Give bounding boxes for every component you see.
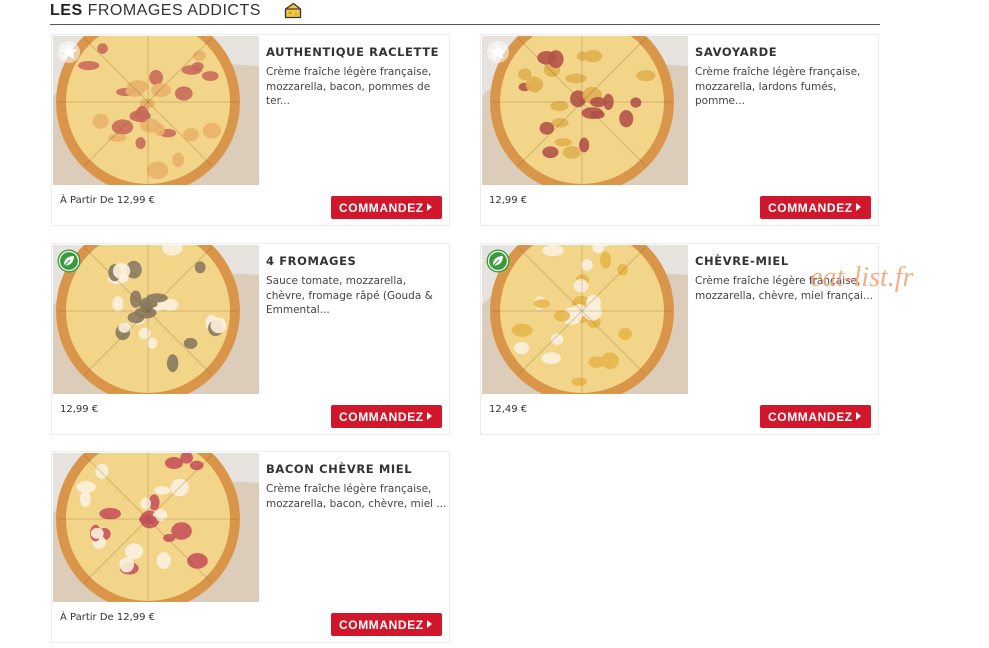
watermark: eat-list.fr [810, 262, 914, 293]
vegetarian-leaf-badge [486, 249, 510, 273]
vegetarian-leaf-badge [57, 249, 81, 273]
pizza-photo [482, 36, 688, 185]
favorite-star-badge [487, 41, 509, 63]
product-price: 12,49 € [489, 404, 528, 415]
order-button-label: COMMANDEZ [339, 409, 424, 424]
pizza-photo [482, 245, 688, 394]
arrow-right-icon [427, 203, 432, 211]
pizza-photo [53, 453, 259, 602]
order-button[interactable]: COMMANDEZ [331, 405, 442, 428]
product-card[interactable]: BACON CHÈVRE MIEL Crème fraîche légère f… [51, 451, 450, 643]
order-button-label: COMMANDEZ [339, 200, 424, 215]
order-button-label: COMMANDEZ [339, 617, 424, 632]
product-price: À Partir De 12,99 € [60, 195, 156, 206]
favorite-star-badge [58, 41, 80, 63]
section-title-rest: FROMAGES ADDICTS [87, 2, 261, 19]
product-description: Crème fraîche légère française, mozzarel… [266, 483, 447, 510]
product-card[interactable]: 4 FROMAGES Sauce tomate, mozzarella, chè… [51, 243, 450, 435]
order-button-label: COMMANDEZ [768, 200, 853, 215]
section-header: LES FROMAGES ADDICTS [50, 0, 880, 25]
product-name[interactable]: SAVOYARDE [695, 45, 877, 59]
section-title-bold: LES [50, 2, 83, 19]
product-name[interactable]: AUTHENTIQUE RACLETTE [266, 45, 448, 59]
product-description: Crème fraîche légère française, mozzarel… [266, 66, 432, 108]
cheese-icon [284, 2, 302, 19]
order-button[interactable]: COMMANDEZ [760, 405, 871, 428]
product-price: 12,99 € [489, 195, 528, 206]
product-description: Sauce tomate, mozzarella, chèvre, fromag… [266, 275, 433, 317]
arrow-right-icon [856, 203, 861, 211]
product-name[interactable]: BACON CHÈVRE MIEL [266, 462, 448, 476]
product-price: 12,99 € [60, 404, 99, 415]
arrow-right-icon [856, 412, 861, 420]
product-price: À Partir De 12,99 € [60, 612, 156, 623]
pizza-photo [53, 245, 259, 394]
product-description: Crème fraîche légère française, mozzarel… [695, 66, 861, 108]
product-card[interactable]: AUTHENTIQUE RACLETTE Crème fraîche légèr… [51, 34, 450, 226]
pizza-photo [53, 36, 259, 185]
product-name[interactable]: 4 FROMAGES [266, 254, 448, 268]
order-button[interactable]: COMMANDEZ [760, 196, 871, 219]
arrow-right-icon [427, 620, 432, 628]
order-button[interactable]: COMMANDEZ [331, 613, 442, 636]
order-button-label: COMMANDEZ [768, 409, 853, 424]
product-card[interactable]: SAVOYARDE Crème fraîche légère française… [480, 34, 879, 226]
arrow-right-icon [427, 412, 432, 420]
order-button[interactable]: COMMANDEZ [331, 196, 442, 219]
section-title: LES FROMAGES ADDICTS [50, 2, 261, 20]
